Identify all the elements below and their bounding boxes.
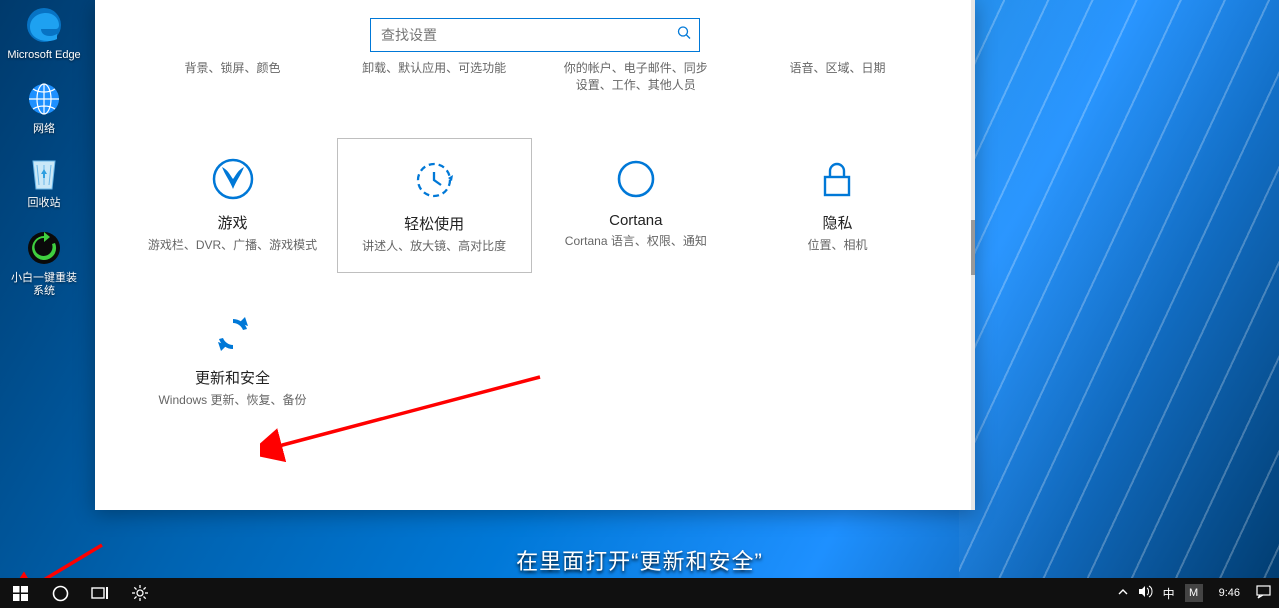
- tile-title: 更新和安全: [195, 367, 270, 388]
- desktop-icon-network[interactable]: 网络: [6, 78, 82, 136]
- gear-icon: [132, 585, 148, 601]
- tile-desc: 讲述人、放大镜、高对比度: [362, 238, 506, 255]
- tile-desc: Cortana 语言、权限、通知: [565, 233, 707, 250]
- taskbar-app-settings[interactable]: [120, 578, 160, 608]
- settings-tile-apps[interactable]: 卸载、默认应用、可选功能: [337, 60, 532, 108]
- tray-action-center-button[interactable]: [1256, 585, 1271, 602]
- settings-search-box[interactable]: [370, 18, 700, 52]
- settings-tile-accounts[interactable]: 你的帐户、电子邮件、同步设置、工作、其他人员: [538, 60, 733, 108]
- reinstall-app-icon: [23, 227, 65, 269]
- tile-desc: 位置、相机: [807, 237, 867, 254]
- network-icon: [23, 78, 65, 120]
- settings-tile-privacy[interactable]: 隐私 位置、相机: [740, 138, 935, 274]
- desktop-icons-column: Microsoft Edge 网络 回收站 小白一键重装系统: [6, 4, 82, 298]
- task-view-button[interactable]: [80, 578, 120, 608]
- start-button[interactable]: [0, 578, 40, 608]
- lock-icon: [814, 156, 860, 202]
- update-icon: [210, 311, 256, 357]
- tile-title: 游戏: [217, 212, 247, 233]
- settings-window: 背景、锁屏、颜色 卸载、默认应用、可选功能 你的帐户、电子邮件、同步设置、工作、…: [95, 0, 975, 510]
- settings-row-partial: 背景、锁屏、颜色 卸载、默认应用、可选功能 你的帐户、电子邮件、同步设置、工作、…: [135, 60, 935, 108]
- search-icon: [677, 26, 691, 45]
- desktop-icon-edge[interactable]: Microsoft Edge: [6, 4, 82, 62]
- tile-title: Cortana: [609, 212, 662, 229]
- tray-volume-button[interactable]: [1138, 585, 1153, 601]
- edge-icon: [23, 4, 65, 46]
- settings-tile-ease-of-access[interactable]: 轻松使用 讲述人、放大镜、高对比度: [337, 138, 532, 274]
- desktop-icon-label: 网络: [33, 123, 55, 136]
- taskbar: 中 M 9:46: [0, 578, 1279, 608]
- cortana-icon: [613, 156, 659, 202]
- desktop-icon-label: 回收站: [28, 197, 61, 210]
- chevron-up-icon: [1118, 587, 1128, 597]
- speaker-icon: [1138, 585, 1153, 598]
- tile-desc: 卸载、默认应用、可选功能: [362, 60, 506, 77]
- tile-desc: 背景、锁屏、颜色: [184, 60, 280, 77]
- xbox-icon: [210, 156, 256, 202]
- settings-tile-update-security[interactable]: 更新和安全 Windows 更新、恢复、备份: [135, 293, 330, 427]
- windows-logo-icon: [13, 586, 28, 601]
- cortana-taskbar-button[interactable]: [40, 578, 80, 608]
- tray-ime-mode[interactable]: M: [1185, 584, 1203, 602]
- desktop-icon-label: 小白一键重装系统: [6, 272, 82, 298]
- tray-ime-language[interactable]: 中: [1163, 585, 1175, 602]
- tile-desc: Windows 更新、恢复、备份: [158, 392, 306, 409]
- settings-tile-gaming[interactable]: 游戏 游戏栏、DVR、广播、游戏模式: [135, 138, 330, 274]
- settings-tile-personalization[interactable]: 背景、锁屏、颜色: [135, 60, 330, 108]
- system-tray: 中 M 9:46: [1118, 578, 1279, 608]
- task-view-icon: [91, 586, 109, 600]
- settings-scrollbar-thumb[interactable]: [971, 220, 975, 275]
- desktop-icon-label: Microsoft Edge: [7, 49, 80, 62]
- tile-title: 轻松使用: [404, 213, 464, 234]
- tray-overflow-button[interactable]: [1118, 586, 1128, 600]
- desktop-icon-xiaobai[interactable]: 小白一键重装系统: [6, 227, 82, 298]
- tile-title: 隐私: [822, 212, 852, 233]
- cortana-ring-icon: [52, 585, 69, 602]
- tray-clock[interactable]: 9:46: [1213, 587, 1246, 599]
- tile-desc: 语音、区域、日期: [789, 60, 885, 77]
- settings-tile-time-language[interactable]: 语音、区域、日期: [740, 60, 935, 108]
- notification-icon: [1256, 585, 1271, 599]
- search-input[interactable]: [381, 27, 689, 43]
- ease-of-access-icon: [411, 157, 457, 203]
- tile-desc: 你的帐户、电子邮件、同步设置、工作、其他人员: [564, 60, 708, 94]
- tile-desc: 游戏栏、DVR、广播、游戏模式: [148, 237, 317, 254]
- recycle-bin-icon: [23, 152, 65, 194]
- tutorial-caption: 在里面打开“更新和安全”: [516, 542, 763, 578]
- settings-tile-cortana[interactable]: Cortana Cortana 语言、权限、通知: [538, 138, 733, 274]
- desktop-icon-recycle-bin[interactable]: 回收站: [6, 152, 82, 210]
